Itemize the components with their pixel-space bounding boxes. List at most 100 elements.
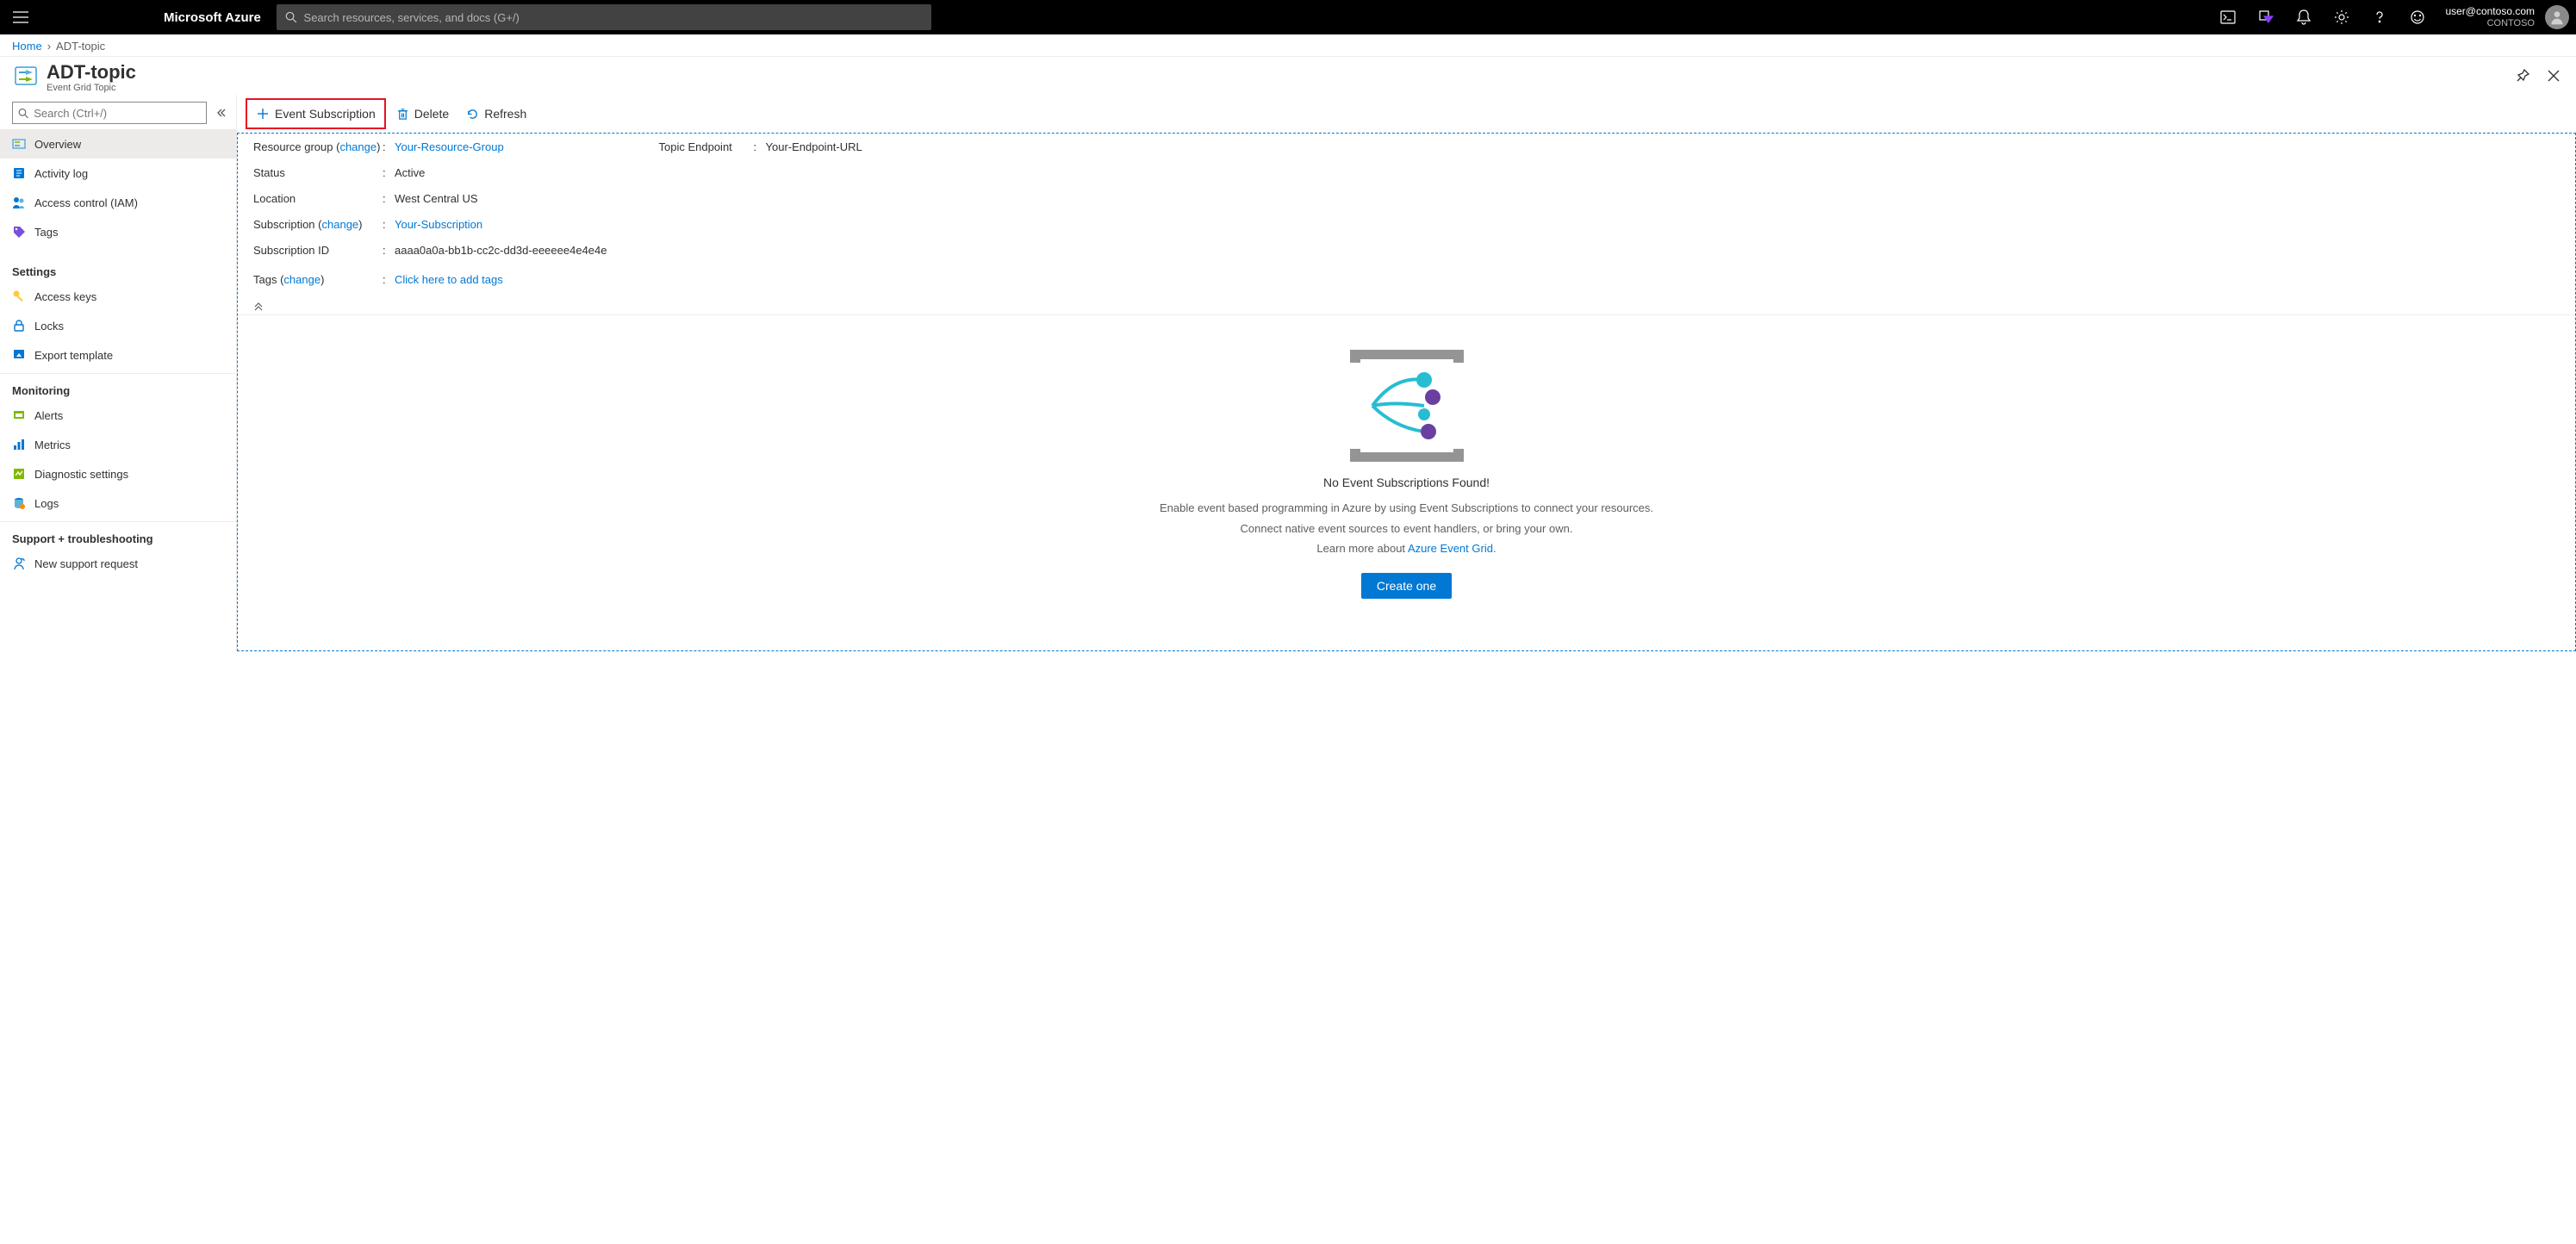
command-bar: Event Subscription Delete Refresh — [237, 95, 2576, 133]
alerts-icon — [12, 408, 26, 422]
sidebar-item-label: Locks — [34, 320, 64, 333]
export-icon — [12, 348, 26, 362]
essentials-location-value: West Central US — [395, 192, 478, 205]
sidebar-item-metrics[interactable]: Metrics — [0, 430, 236, 459]
essentials-status-label: Status — [253, 166, 383, 179]
add-tags-link[interactable]: Click here to add tags — [395, 273, 503, 286]
notifications-icon[interactable] — [2287, 0, 2321, 34]
chevron-right-icon: › — [47, 40, 51, 53]
sidebar-item-label: Logs — [34, 497, 59, 510]
content-area: Resource group (change) : Your-Resource-… — [237, 133, 2576, 651]
page-title: ADT-topic — [47, 62, 136, 83]
sidebar: Overview Activity log Access control (IA… — [0, 95, 237, 651]
event-subscription-button[interactable]: Event Subscription — [247, 100, 384, 128]
sidebar-item-label: Access control (IAM) — [34, 196, 138, 209]
diagnostics-icon — [12, 467, 26, 481]
cmd-label: Delete — [414, 107, 449, 121]
key-icon — [12, 289, 26, 303]
avatar-icon[interactable] — [2545, 5, 2569, 29]
tag-icon — [12, 225, 26, 239]
event-grid-illustration-icon — [1342, 350, 1472, 462]
iam-icon — [12, 196, 26, 209]
empty-state: No Event Subscriptions Found! Enable eve… — [1105, 350, 1708, 599]
settings-gear-icon[interactable] — [2324, 0, 2359, 34]
sidebar-item-label: Tags — [34, 226, 58, 239]
lock-icon — [12, 319, 26, 333]
sidebar-search[interactable] — [12, 102, 207, 124]
sidebar-item-access-control[interactable]: Access control (IAM) — [0, 188, 236, 217]
learn-more-link[interactable]: Azure Event Grid — [1408, 542, 1493, 555]
sidebar-item-diagnostic-settings[interactable]: Diagnostic settings — [0, 459, 236, 488]
empty-state-text-3: Learn more about — [1316, 542, 1408, 555]
sidebar-item-new-support-request[interactable]: New support request — [0, 549, 236, 578]
sidebar-item-access-keys[interactable]: Access keys — [0, 282, 236, 311]
change-rg-link[interactable]: change — [339, 140, 376, 153]
highlight-annotation: Event Subscription — [246, 98, 386, 129]
activity-log-icon — [12, 166, 26, 180]
sidebar-section-support: Support + troubleshooting — [0, 521, 236, 549]
sidebar-item-overview[interactable]: Overview — [0, 129, 236, 159]
directory-filter-icon[interactable] — [2249, 0, 2283, 34]
essentials-endpoint-label: Topic Endpoint — [659, 140, 754, 153]
sidebar-item-tags[interactable]: Tags — [0, 217, 236, 246]
logs-icon — [12, 496, 26, 510]
collapse-sidebar-icon[interactable] — [212, 104, 229, 121]
essentials-endpoint-value: Your-Endpoint-URL — [766, 140, 862, 153]
sidebar-item-activity-log[interactable]: Activity log — [0, 159, 236, 188]
main-content: Event Subscription Delete Refresh Resour… — [237, 95, 2576, 651]
resource-header: ADT-topic Event Grid Topic — [0, 57, 2576, 95]
sidebar-item-logs[interactable]: Logs — [0, 488, 236, 518]
essentials-sub-label: Subscription — [253, 218, 315, 231]
sidebar-search-input[interactable] — [28, 107, 201, 120]
pin-icon[interactable] — [2512, 65, 2533, 86]
empty-state-text-2: Connect native event sources to event ha… — [1105, 520, 1708, 538]
sidebar-item-label: New support request — [34, 557, 138, 570]
page-subtitle: Event Grid Topic — [47, 83, 136, 93]
essentials-subid-value: aaaa0a0a-bb1b-cc2c-dd3d-eeeeee4e4e4e — [395, 244, 607, 257]
collapse-essentials-icon[interactable] — [253, 299, 2560, 314]
empty-state-text-1: Enable event based programming in Azure … — [1105, 500, 1708, 517]
cmd-label: Event Subscription — [275, 107, 376, 121]
sidebar-item-label: Diagnostic settings — [34, 468, 128, 481]
sidebar-item-label: Access keys — [34, 290, 96, 303]
brand-label[interactable]: Microsoft Azure — [164, 10, 261, 25]
essentials-rg-label: Resource group — [253, 140, 333, 153]
cmd-label: Refresh — [484, 107, 526, 121]
breadcrumb: Home › ADT-topic — [0, 34, 2576, 57]
refresh-button[interactable]: Refresh — [457, 100, 535, 128]
change-sub-link[interactable]: change — [322, 218, 359, 231]
feedback-icon[interactable] — [2400, 0, 2435, 34]
sidebar-item-label: Activity log — [34, 167, 88, 180]
breadcrumb-current: ADT-topic — [56, 40, 105, 53]
essentials-status-value: Active — [395, 166, 425, 179]
essentials-tags-label: Tags — [253, 273, 277, 286]
user-tenant: CONTOSO — [2445, 18, 2535, 28]
global-search-input[interactable] — [297, 11, 923, 24]
sidebar-item-label: Overview — [34, 138, 81, 151]
sidebar-item-alerts[interactable]: Alerts — [0, 401, 236, 430]
cloud-shell-icon[interactable] — [2211, 0, 2245, 34]
sidebar-section-settings: Settings — [0, 255, 236, 282]
help-icon[interactable] — [2362, 0, 2397, 34]
sidebar-item-label: Alerts — [34, 409, 63, 422]
metrics-icon — [12, 438, 26, 451]
user-email: user@contoso.com — [2445, 6, 2535, 17]
support-icon — [12, 557, 26, 570]
user-account-block[interactable]: user@contoso.com CONTOSO — [2445, 6, 2535, 28]
global-search[interactable] — [277, 4, 931, 30]
essentials-rg-value[interactable]: Your-Resource-Group — [395, 140, 504, 153]
sidebar-item-locks[interactable]: Locks — [0, 311, 236, 340]
top-bar: Microsoft Azure user@contoso.com CONTOSO — [0, 0, 2576, 34]
sidebar-item-label: Export template — [34, 349, 113, 362]
breadcrumb-home[interactable]: Home — [12, 40, 42, 53]
essentials-sub-value[interactable]: Your-Subscription — [395, 218, 482, 231]
create-one-button[interactable]: Create one — [1361, 573, 1452, 599]
essentials-subid-label: Subscription ID — [253, 244, 383, 257]
sidebar-section-monitoring: Monitoring — [0, 373, 236, 401]
change-tags-link[interactable]: change — [283, 273, 320, 286]
sidebar-item-export-template[interactable]: Export template — [0, 340, 236, 370]
essentials-location-label: Location — [253, 192, 383, 205]
close-icon[interactable] — [2543, 65, 2564, 86]
hamburger-menu-icon[interactable] — [7, 3, 34, 31]
delete-button[interactable]: Delete — [388, 100, 457, 128]
